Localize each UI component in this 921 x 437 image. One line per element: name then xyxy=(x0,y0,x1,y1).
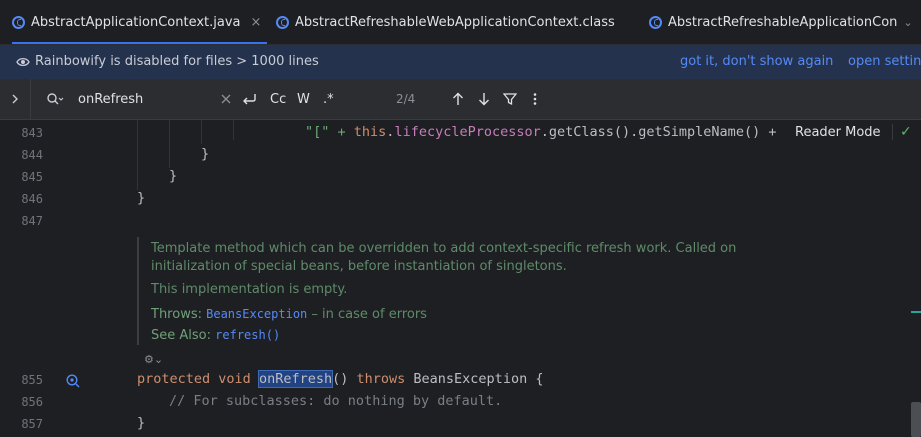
line-number: 855 xyxy=(21,373,43,387)
overrides-method-icon[interactable] xyxy=(66,373,80,392)
search-match-highlight: onRefresh xyxy=(257,370,334,388)
code-line: } xyxy=(169,168,178,184)
got-it-link[interactable]: got it, don't show again xyxy=(680,54,833,69)
line-number: 857 xyxy=(21,417,43,431)
open-settings-link[interactable]: open settin xyxy=(848,54,921,69)
javadoc-text: initialization of special beans, before … xyxy=(151,259,567,274)
tab-label: AbstractRefreshableApplicationCon xyxy=(668,14,898,30)
regex-toggle[interactable]: .* xyxy=(323,79,334,119)
notification-banner: Rainbowify is disabled for files > 1000 … xyxy=(0,45,921,79)
toggle-rendered-view-icon[interactable]: ⚙⌄ xyxy=(144,353,163,366)
line-number: 844 xyxy=(21,148,43,162)
scrollbar-marker[interactable] xyxy=(911,311,921,313)
find-bar: onRefresh Cc W .* 2/4 xyxy=(0,79,921,120)
search-input[interactable]: onRefresh xyxy=(78,79,143,119)
more-options-icon[interactable] xyxy=(533,79,537,119)
indent-guide xyxy=(137,120,138,190)
divider xyxy=(30,79,31,119)
code-line: "[" + this.lifecycleProcessor.getClass()… xyxy=(305,124,777,140)
line-number: 856 xyxy=(21,395,43,409)
rendered-javadoc[interactable]: Template method which can be overridden … xyxy=(137,237,759,345)
code-line: } xyxy=(137,415,146,431)
new-line-icon[interactable] xyxy=(241,79,257,119)
java-class-icon xyxy=(276,15,289,29)
editor-tab-bar: AbstractApplicationContext.java × Abstra… xyxy=(0,0,921,45)
ide-window: AbstractApplicationContext.java × Abstra… xyxy=(0,0,921,437)
code-comment: // For subclasses: do nothing by default… xyxy=(169,393,503,409)
javadoc-see-also: See Also: refresh() xyxy=(151,328,281,343)
code-line: protected void onRefresh() throws BeansE… xyxy=(137,370,544,388)
line-number: 843 xyxy=(21,126,43,140)
tab-label: AbstractApplicationContext.java xyxy=(31,14,241,30)
divider xyxy=(892,124,893,140)
scrollbar-thumb[interactable] xyxy=(911,402,921,437)
filter-icon[interactable] xyxy=(503,79,517,119)
line-number: 846 xyxy=(21,192,43,206)
words-toggle[interactable]: W xyxy=(297,79,310,119)
search-history-icon[interactable] xyxy=(46,79,64,119)
beans-exception-link[interactable]: BeansException xyxy=(206,307,307,321)
chevron-down-icon[interactable]: ⌄ xyxy=(903,16,912,29)
match-case-toggle[interactable]: Cc xyxy=(270,79,286,119)
eye-icon xyxy=(16,57,30,67)
code-line: } xyxy=(201,146,210,162)
tab-label: AbstractRefreshableWebApplicationContext… xyxy=(295,14,615,30)
java-class-icon xyxy=(649,15,662,29)
javadoc-throws: Throws: BeansException – in case of erro… xyxy=(151,307,427,322)
line-number: 845 xyxy=(21,170,43,184)
indent-guide xyxy=(169,120,170,168)
javadoc-text: Template method which can be overridden … xyxy=(151,241,737,256)
code-line: } xyxy=(137,190,146,206)
tab-abstract-refreshable-application-context[interactable]: AbstractRefreshableApplicationCon ⌄ xyxy=(649,0,913,44)
inspection-ok-icon[interactable]: ✓ xyxy=(900,124,912,140)
java-class-icon xyxy=(12,15,25,29)
tab-abstract-application-context[interactable]: AbstractApplicationContext.java × xyxy=(12,0,268,44)
javadoc-text: This implementation is empty. xyxy=(151,282,348,297)
reader-mode-button[interactable]: Reader Mode xyxy=(795,125,881,140)
code-editor[interactable]: 843 844 845 846 847 855 856 857 "[" + th… xyxy=(0,120,921,437)
next-occurrence-icon[interactable] xyxy=(478,79,490,119)
indent-guide xyxy=(233,120,234,140)
tab-abstract-refreshable-web-application-context[interactable]: AbstractRefreshableWebApplicationContext… xyxy=(276,0,615,44)
banner-message: Rainbowify is disabled for files > 1000 … xyxy=(35,54,319,69)
line-number: 847 xyxy=(21,214,43,228)
clear-search-icon[interactable] xyxy=(221,79,231,119)
close-icon[interactable]: × xyxy=(251,15,262,30)
refresh-link[interactable]: refresh() xyxy=(215,328,280,342)
match-count: 2/4 xyxy=(396,92,416,106)
indent-guide xyxy=(201,120,202,144)
expand-replace-chevron-icon[interactable] xyxy=(10,79,20,119)
previous-occurrence-icon[interactable] xyxy=(452,79,464,119)
